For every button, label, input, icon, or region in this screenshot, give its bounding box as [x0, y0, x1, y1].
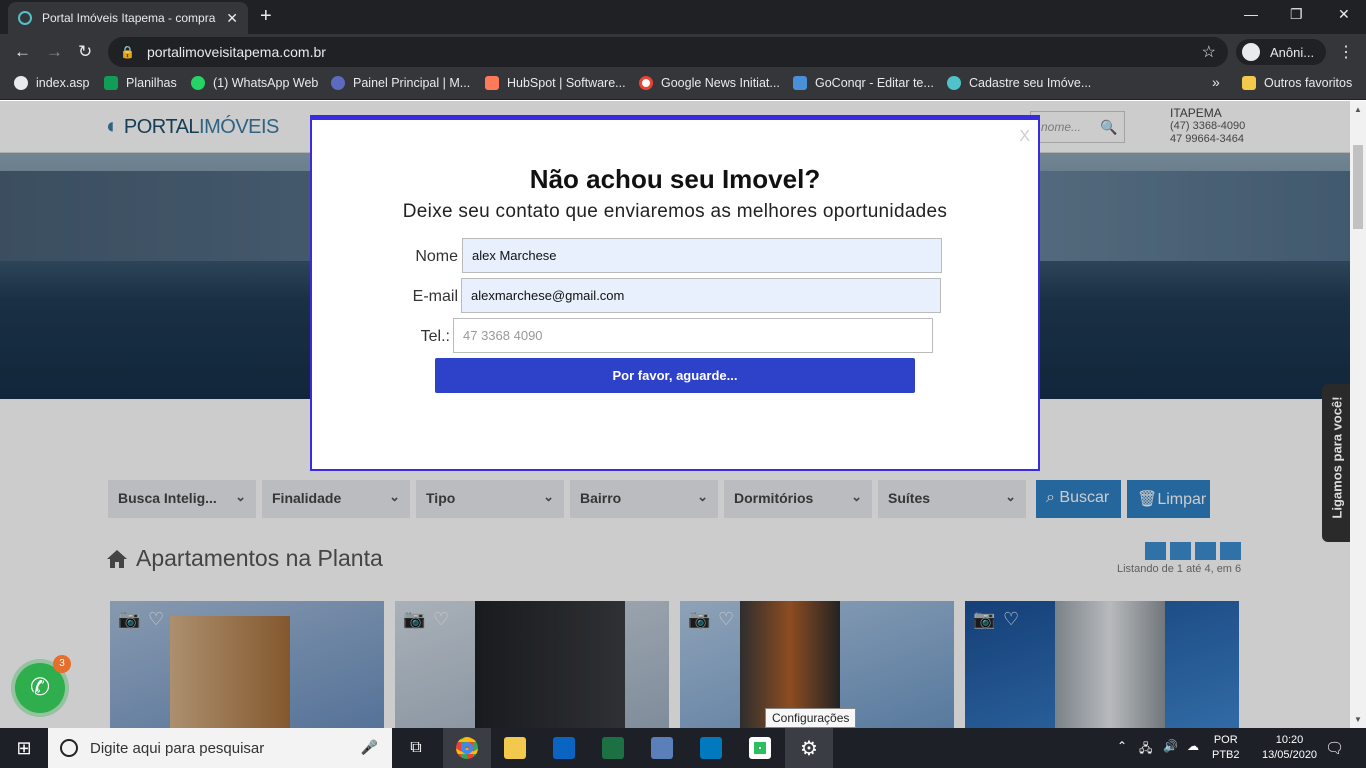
input-language[interactable]: POR PTB2	[1212, 733, 1240, 763]
microphone-icon[interactable]: 🎤	[361, 739, 378, 756]
bookmark-item[interactable]: HubSpot | Software...	[485, 76, 626, 90]
bookmark-item[interactable]: (1) WhatsApp Web	[191, 76, 318, 90]
new-tab-button[interactable]: +	[260, 6, 272, 26]
tel-field[interactable]	[453, 318, 933, 353]
taskbar-search-box[interactable]: Digite aqui para pesquisar 🎤	[48, 728, 392, 768]
network-app-icon[interactable]	[638, 728, 686, 768]
system-clock[interactable]: 10:20 13/05/2020	[1262, 733, 1317, 763]
scroll-down-icon[interactable]: ▼	[1354, 715, 1362, 724]
page-scrollbar[interactable]: ▲ ▼	[1350, 101, 1366, 728]
chrome-icon[interactable]	[443, 728, 491, 768]
google-icon	[639, 76, 653, 90]
bookmark-item[interactable]: Painel Principal | M...	[331, 76, 470, 90]
excel-icon[interactable]	[589, 728, 637, 768]
settings-gear-icon[interactable]: ⚙	[785, 728, 833, 768]
evernote-icon[interactable]	[736, 728, 784, 768]
file-explorer-icon[interactable]	[491, 728, 539, 768]
panel-icon	[331, 76, 345, 90]
tab-close-icon[interactable]: ✕	[226, 10, 238, 27]
browser-tab-strip: Portal Imóveis Itapema - compra ✕ + — ❐ …	[0, 0, 1366, 34]
trello-icon[interactable]	[687, 728, 735, 768]
minimize-button[interactable]: —	[1244, 6, 1258, 22]
web-page: ◐ PORTALIMÓVEIS nome... 🔍 ITAPEMA (47) 3…	[0, 101, 1350, 728]
site-favicon-icon	[947, 76, 961, 90]
other-bookmarks[interactable]: Outros favoritos	[1242, 76, 1352, 90]
notification-badge: 3	[53, 655, 71, 673]
bookmark-item[interactable]: Google News Initiat...	[639, 76, 780, 90]
task-view-icon[interactable]: ⧉	[392, 728, 440, 768]
whatsapp-icon	[191, 76, 205, 90]
url-text: portalimoveisitapema.com.br	[146, 44, 326, 60]
onedrive-cloud-icon[interactable]: ☁	[1187, 739, 1199, 753]
call-me-tab[interactable]: Ligamos para você!	[1322, 384, 1350, 542]
lock-icon: 🔒	[120, 45, 135, 59]
whatsapp-icon: ✆	[29, 674, 51, 701]
more-bookmarks-icon[interactable]: »	[1212, 74, 1220, 90]
browser-tab[interactable]: Portal Imóveis Itapema - compra ✕	[8, 2, 248, 34]
bookmark-item[interactable]: GoConqr - Editar te...	[793, 76, 934, 90]
name-label: Nome	[415, 248, 458, 265]
incognito-avatar-icon	[1242, 43, 1260, 61]
modal-subtitle: Deixe seu contato que enviaremos as melh…	[402, 201, 948, 222]
settings-tooltip: Configurações	[765, 708, 857, 728]
address-bar[interactable]: 🔒 portalimoveisitapema.com.br ☆	[108, 37, 1228, 67]
bookmark-item[interactable]: index.asp	[14, 76, 90, 90]
modal-title: Não achou seu Imovel?	[529, 164, 821, 194]
whatsapp-float-button[interactable]: ✆ 3	[15, 655, 71, 713]
windows-taskbar: ⊞ Digite aqui para pesquisar 🎤 ⧉ ⚙ ⌃ 🖧 🔊…	[0, 728, 1366, 768]
contact-modal: X Não achou seu Imovel? Deixe seu contat…	[310, 115, 1040, 471]
cortana-icon	[60, 739, 78, 757]
submit-button[interactable]: Por favor, aguarde...	[435, 358, 915, 393]
bookmark-star-icon[interactable]: ☆	[1202, 42, 1216, 62]
window-close-button[interactable]: ✕	[1338, 6, 1350, 23]
scroll-up-icon[interactable]: ▲	[1354, 105, 1362, 114]
volume-icon[interactable]: 🔊	[1163, 739, 1178, 753]
sheets-icon	[104, 76, 118, 90]
restore-button[interactable]: ❐	[1290, 6, 1303, 23]
goconqr-icon	[793, 76, 807, 90]
browser-toolbar: ← → ↻ 🔒 portalimoveisitapema.com.br ☆ An…	[0, 34, 1366, 70]
back-icon[interactable]: ←	[14, 42, 31, 62]
notification-center-icon[interactable]: 🗨	[1325, 739, 1344, 757]
network-icon[interactable]: 🖧	[1139, 739, 1152, 760]
hubspot-icon	[485, 76, 499, 90]
chevron-up-icon[interactable]: ⌃	[1117, 739, 1127, 753]
profile-button[interactable]: Anôni...	[1236, 39, 1326, 65]
bookmark-favicon-icon	[14, 76, 28, 90]
email-label: E-mail	[412, 288, 458, 305]
reload-icon[interactable]: ↻	[78, 42, 92, 62]
modal-close-button[interactable]: X	[1019, 128, 1030, 146]
forward-icon[interactable]: →	[46, 42, 63, 62]
site-favicon-icon	[18, 11, 32, 25]
scrollbar-thumb[interactable]	[1353, 145, 1363, 229]
windows-start-icon[interactable]: ⊞	[0, 728, 48, 768]
name-field[interactable]	[462, 238, 942, 273]
bookmark-item[interactable]: Cadastre seu Imóve...	[947, 76, 1091, 90]
folder-icon	[1242, 76, 1256, 90]
tab-title: Portal Imóveis Itapema - compra	[42, 11, 216, 25]
profile-label: Anôni...	[1270, 44, 1315, 60]
bookmarks-bar: index.asp Planilhas (1) WhatsApp Web Pai…	[0, 70, 1366, 100]
tel-label: Tel.:	[420, 328, 450, 345]
email-field[interactable]	[461, 278, 941, 313]
bookmark-item[interactable]: Planilhas	[104, 76, 177, 90]
outlook-icon[interactable]	[540, 728, 588, 768]
browser-menu-icon[interactable]: ⋮	[1338, 42, 1354, 62]
